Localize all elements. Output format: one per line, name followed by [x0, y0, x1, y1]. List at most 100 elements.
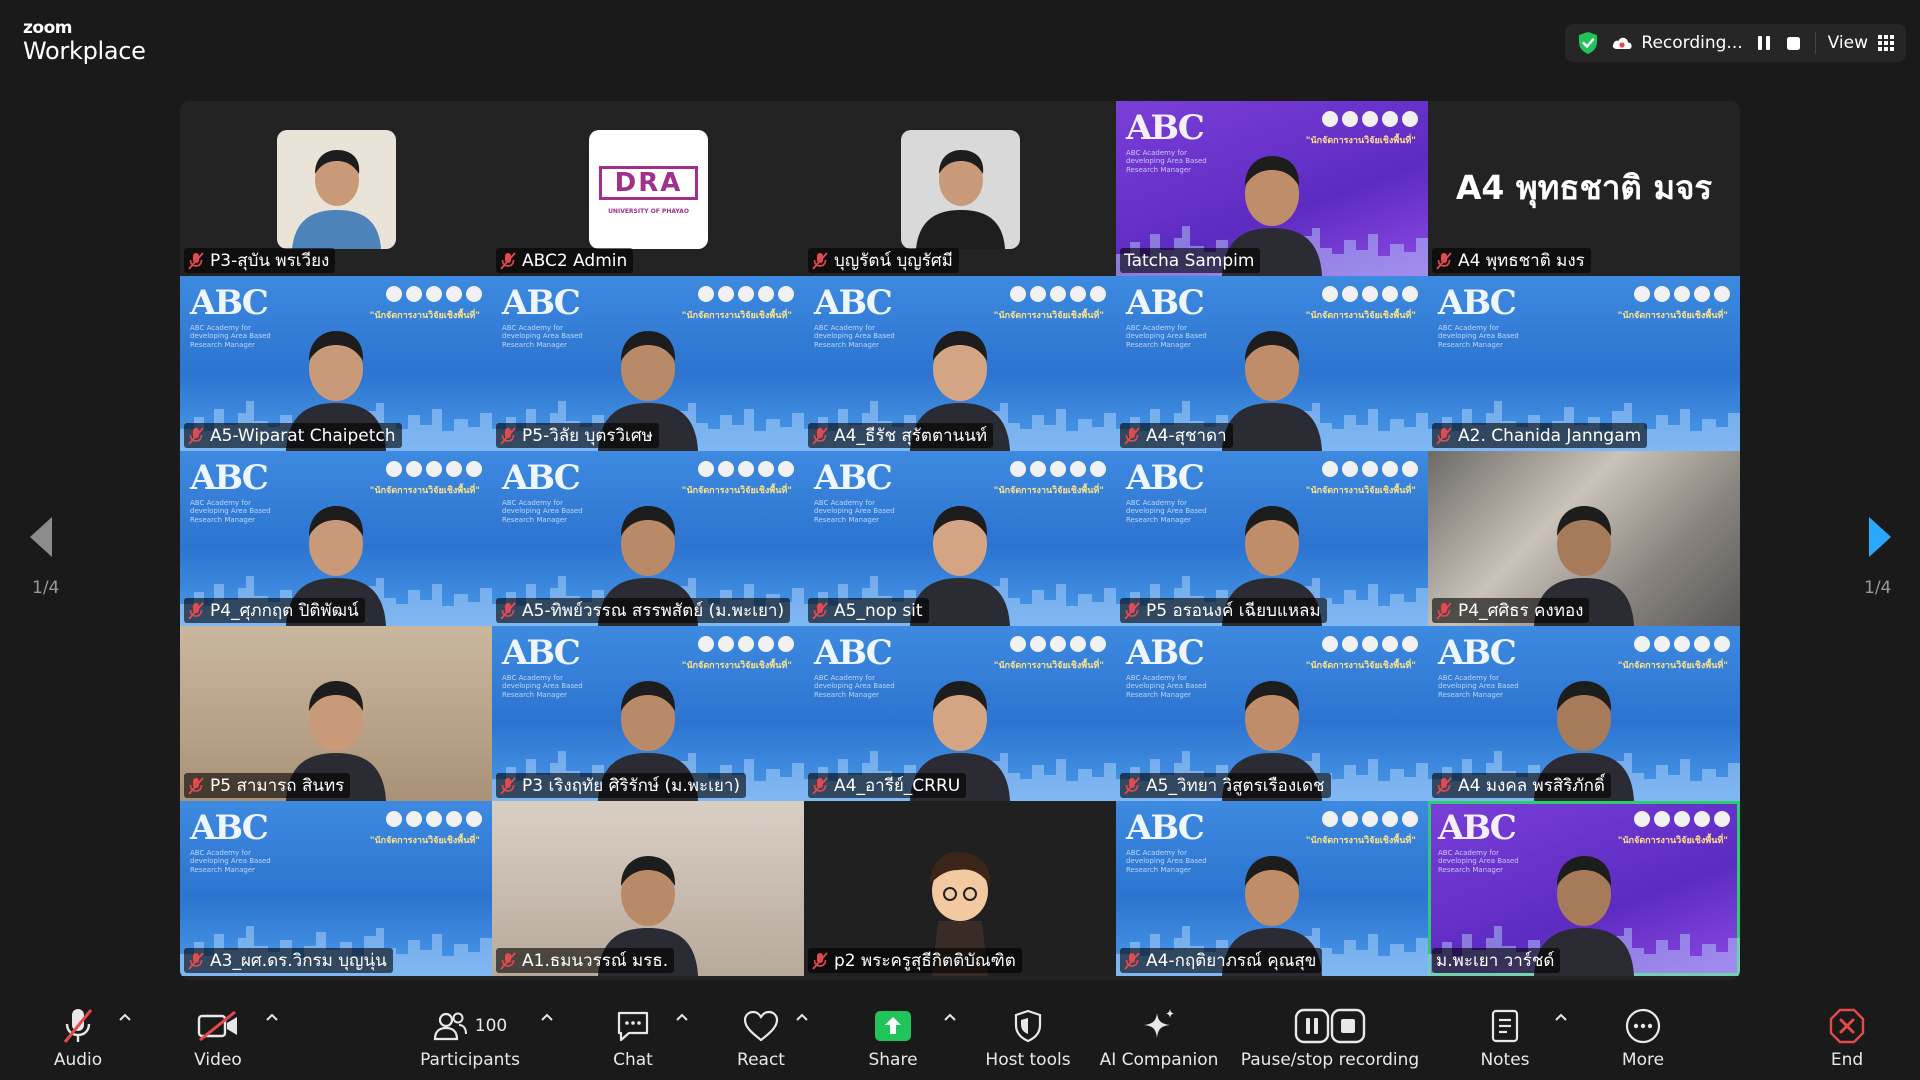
next-page-icon[interactable] [1864, 515, 1894, 559]
participant-tile[interactable]: P4_ศศิธร คงทอง [1428, 451, 1740, 626]
video-off-icon [197, 1010, 237, 1042]
page-indicator-left: 1/4 [32, 578, 60, 598]
participant-tile[interactable]: ABC ABC Academy for developing Area Base… [1428, 276, 1740, 451]
participants-options-caret-icon[interactable] [540, 1012, 554, 1022]
participant-name: P3 เริงฤทัย ศิริรักษ์ (ม.พะเยา) [522, 776, 741, 796]
participant-tile[interactable]: P5 สามารถ สินทร [180, 626, 492, 801]
abc-banner-logo-text: ABC [814, 458, 893, 498]
share-button[interactable]: Share [860, 990, 926, 1080]
participant-tile[interactable]: ABC ABC Academy for developing Area Base… [1116, 626, 1428, 801]
participant-name-tag: A5_nop sit [808, 598, 929, 623]
chat-icon [617, 1011, 649, 1042]
participant-tile[interactable]: ABC ABC Academy for developing Area Base… [1116, 276, 1428, 451]
participant-name-tag: A5_วิทยา วิสูตรเรืองเดช [1120, 773, 1331, 798]
participant-name: P4_ศุภกฤต ปิติพัฒน์ [210, 601, 359, 621]
pause-recording-button[interactable] [1755, 34, 1773, 52]
participant-name-tag: P5 อรอนงค์ เฉียบแหลม [1120, 598, 1327, 623]
participant-name-tag: A5-Wiparat Chaipetch [184, 423, 402, 448]
mic-muted-icon [1124, 426, 1140, 445]
participant-tile[interactable]: DRA UNIVERSITY OF PHAYAO ABC2 Admin [492, 101, 804, 276]
abc-banner-logo: ABC [1126, 811, 1205, 845]
abc-banner-subtitle: ABC Academy for developing Area Based Re… [814, 499, 895, 524]
security-shield-icon[interactable] [1577, 31, 1599, 55]
participant-name: A4 มงคล พรสิริภักดิ์ [1458, 776, 1605, 796]
participant-tile[interactable]: ABC ABC Academy for developing Area Base… [804, 451, 1116, 626]
abc-banner-subtitle: ABC Academy for developing Area Based Re… [1126, 149, 1207, 174]
participant-name: A4_อารีย์_CRRU [834, 776, 961, 796]
host-tools-button[interactable]: Host tools [980, 990, 1076, 1080]
mic-muted-icon [1124, 951, 1140, 970]
stop-recording-button[interactable] [1785, 34, 1803, 52]
participant-name-tag: P5-วิลัย บุตรวิเศษ [496, 423, 659, 448]
partner-logos [1322, 811, 1418, 827]
participant-tile[interactable]: ABC ABC Academy for developing Area Base… [1116, 101, 1428, 276]
participant-tile[interactable]: ABC ABC Academy for developing Area Base… [180, 276, 492, 451]
participant-name: P5 อรอนงค์ เฉียบแหลม [1146, 601, 1321, 621]
end-meeting-button[interactable]: End [1814, 990, 1880, 1080]
participant-tile[interactable]: ABC ABC Academy for developing Area Base… [804, 276, 1116, 451]
partner-logos [386, 461, 482, 477]
mic-muted-icon [500, 776, 516, 795]
video-button[interactable]: Video [185, 990, 251, 1080]
video-options-caret-icon[interactable] [265, 1012, 279, 1022]
participant-tile[interactable]: ABC ABC Academy for developing Area Base… [180, 451, 492, 626]
more-button[interactable]: More [1610, 990, 1676, 1080]
participant-name-tag: p2 พระครูสุธีกิตติบัณฑิต [808, 948, 1022, 973]
participant-tile[interactable]: ABC ABC Academy for developing Area Base… [492, 451, 804, 626]
participant-tile[interactable]: ABC ABC Academy for developing Area Base… [1116, 801, 1428, 976]
participant-tile[interactable]: A4 พุทธชาติ มจร A4 พุทธชาติ มงร [1428, 101, 1740, 276]
participant-name-tag: P3 เริงฤทัย ศิริรักษ์ (ม.พะเยา) [496, 773, 747, 798]
video-label: Video [194, 1050, 242, 1070]
participant-name-tag: ABC2 Admin [496, 248, 634, 273]
participant-name-tag: บุญรัตน์ บุญรัศมี [808, 248, 959, 273]
view-button[interactable]: View [1828, 33, 1894, 53]
notes-icon [1491, 1009, 1519, 1043]
react-button[interactable]: React [728, 990, 794, 1080]
share-options-caret-icon[interactable] [943, 1012, 957, 1022]
previous-page-icon[interactable] [27, 515, 57, 559]
participant-name-tag: A4-กฤติยาภรณ์ คุณสุข [1120, 948, 1323, 973]
participants-label: Participants [420, 1050, 520, 1070]
end-close-icon [1829, 1008, 1865, 1044]
ai-companion-button[interactable]: AI Companion [1098, 990, 1220, 1080]
abc-banner-logo-text: ABC [814, 633, 893, 673]
abc-banner-subtitle: ABC Academy for developing Area Based Re… [190, 849, 271, 874]
chat-button[interactable]: Chat [600, 990, 666, 1080]
end-label: End [1830, 1050, 1864, 1070]
abc-banner-logo: ABC [1126, 636, 1205, 670]
participant-tile[interactable]: P3-สุบัน พรเวียง [180, 101, 492, 276]
audio-button[interactable]: Audio [45, 990, 111, 1080]
abc-banner-subtitle: ABC Academy for developing Area Based Re… [502, 674, 583, 699]
react-options-caret-icon[interactable] [795, 1012, 809, 1022]
participant-tile[interactable]: ABC ABC Academy for developing Area Base… [180, 801, 492, 976]
participant-name-tag: Tatcha Sampim [1120, 248, 1261, 273]
more-dots-icon [1625, 1008, 1661, 1044]
chat-options-caret-icon[interactable] [675, 1012, 689, 1022]
participant-tile[interactable]: ABC ABC Academy for developing Area Base… [1428, 801, 1740, 976]
pause-stop-recording-button[interactable]: Pause/stop recording [1240, 990, 1420, 1080]
mic-muted-icon [188, 601, 204, 620]
participant-tile[interactable]: A1.ธมนวรรณ์ มรธ. [492, 801, 804, 976]
notes-button[interactable]: Notes [1472, 990, 1538, 1080]
grid-icon [1878, 35, 1894, 51]
abc-banner-logo: ABC [814, 458, 893, 498]
audio-options-caret-icon[interactable] [118, 1012, 132, 1022]
participant-tile[interactable]: ABC ABC Academy for developing Area Base… [492, 626, 804, 801]
participant-tile[interactable]: ABC ABC Academy for developing Area Base… [804, 626, 1116, 801]
participants-button[interactable]: 100 Participants [410, 990, 530, 1080]
abc-banner-logo: ABC [1126, 286, 1205, 320]
participant-tile[interactable]: p2 พระครูสุธีกิตติบัณฑิต [804, 801, 1116, 976]
participant-name-tag: P3-สุบัน พรเวียง [184, 248, 336, 273]
abc-banner-logo-text: ABC [1126, 458, 1205, 498]
pause-stop-recording-icon [1294, 1008, 1366, 1044]
participant-tile[interactable]: ABC ABC Academy for developing Area Base… [1116, 451, 1428, 626]
participant-tile[interactable]: ABC ABC Academy for developing Area Base… [1428, 626, 1740, 801]
abc-banner-logo: ABC [502, 636, 581, 670]
participant-name: ม.พะเยา วาร์ชด์ [1436, 951, 1555, 971]
participant-name-tag: A4 มงคล พรสิริภักดิ์ [1432, 773, 1611, 798]
participant-tile[interactable]: บุญรัตน์ บุญรัศมี [804, 101, 1116, 276]
partner-logos [1010, 286, 1106, 302]
mic-muted-icon [188, 776, 204, 795]
participant-tile[interactable]: ABC ABC Academy for developing Area Base… [492, 276, 804, 451]
notes-options-caret-icon[interactable] [1554, 1012, 1568, 1022]
